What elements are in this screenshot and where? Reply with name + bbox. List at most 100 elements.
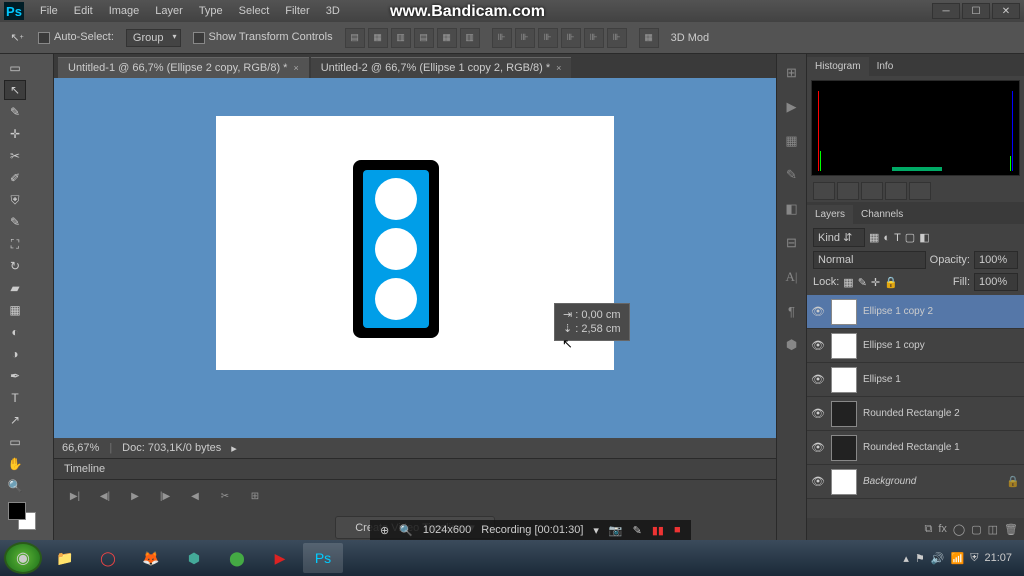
pen-icon[interactable]: ✎: [633, 524, 642, 537]
history-brush-tool[interactable]: ↻: [4, 256, 26, 276]
visibility-icon[interactable]: 👁: [811, 339, 825, 352]
align-button[interactable]: ▦: [437, 28, 457, 48]
filter-icon[interactable]: ▢: [905, 231, 915, 244]
last-frame-button[interactable]: ◀: [186, 488, 204, 504]
camera-icon[interactable]: 📷: [609, 524, 623, 537]
paragraph-panel-icon[interactable]: ¶: [781, 300, 803, 322]
auto-select-checkbox[interactable]: Auto-Select:: [38, 31, 114, 43]
close-icon[interactable]: ×: [293, 63, 298, 73]
layer-row[interactable]: 👁 Ellipse 1 copy 2: [807, 295, 1024, 329]
info-flyout-icon[interactable]: ▸: [231, 442, 237, 455]
layer-row[interactable]: 👁 Rounded Rectangle 2: [807, 397, 1024, 431]
adjustment-button[interactable]: [909, 182, 931, 200]
adjustment-button[interactable]: [813, 182, 835, 200]
blur-tool[interactable]: ◐: [4, 322, 26, 342]
opacity-input[interactable]: 100%: [974, 251, 1018, 269]
auto-align-button[interactable]: ▦: [639, 28, 659, 48]
maximize-button[interactable]: ☐: [962, 3, 990, 19]
taskbar-app[interactable]: 🦊: [131, 543, 171, 573]
lock-icon[interactable]: ▦: [843, 276, 853, 289]
transition-button[interactable]: ⊞: [246, 488, 264, 504]
panel-icon[interactable]: ✎: [781, 164, 803, 186]
close-button[interactable]: ✕: [992, 3, 1020, 19]
shape-tool[interactable]: ▭: [4, 432, 26, 452]
delete-layer-icon[interactable]: 🗑: [1004, 523, 1018, 536]
gradient-tool[interactable]: ▦: [4, 300, 26, 320]
layer-row[interactable]: 👁 Rounded Rectangle 1: [807, 431, 1024, 465]
minimize-button[interactable]: ─: [932, 3, 960, 19]
tray-icon[interactable]: 📶: [951, 552, 965, 565]
tray-icon[interactable]: 🔊: [931, 552, 945, 565]
play-3d-icon[interactable]: ▶: [781, 96, 803, 118]
layer-row[interactable]: 👁 Ellipse 1: [807, 363, 1024, 397]
menu-3d[interactable]: 3D: [318, 2, 348, 20]
stop-icon[interactable]: ■: [674, 524, 681, 536]
align-button[interactable]: ▥: [460, 28, 480, 48]
first-frame-button[interactable]: ▶|: [66, 488, 84, 504]
taskbar-app[interactable]: Ps: [303, 543, 343, 573]
visibility-icon[interactable]: 👁: [811, 407, 825, 420]
auto-select-dropdown[interactable]: Group: [126, 29, 181, 47]
layer-row[interactable]: 👁 Background 🔒: [807, 465, 1024, 499]
transform-controls-checkbox[interactable]: Show Transform Controls: [193, 31, 333, 43]
move-tool[interactable]: ↖: [4, 80, 26, 100]
adjustment-button[interactable]: [885, 182, 907, 200]
blend-mode-dropdown[interactable]: Normal: [813, 251, 926, 269]
align-button[interactable]: ▦: [368, 28, 388, 48]
crop-tool[interactable]: ✂: [4, 146, 26, 166]
layer-thumbnail[interactable]: [831, 469, 857, 495]
menu-file[interactable]: File: [32, 2, 66, 20]
clock[interactable]: 21:07: [984, 552, 1012, 564]
distribute-button[interactable]: ⊪: [515, 28, 535, 48]
filter-icon[interactable]: T: [894, 232, 901, 244]
taskbar-app[interactable]: ◯: [88, 543, 128, 573]
stamp-tool[interactable]: ⛶: [4, 234, 26, 254]
layer-fx-icon[interactable]: fx: [938, 523, 947, 535]
pen-tool[interactable]: ✒: [4, 366, 26, 386]
menu-layer[interactable]: Layer: [147, 2, 191, 20]
align-button[interactable]: ▤: [345, 28, 365, 48]
hand-tool[interactable]: ✋: [4, 454, 26, 474]
panel-icon[interactable]: ⊟: [781, 232, 803, 254]
lock-icon[interactable]: ✎: [858, 276, 867, 289]
menu-type[interactable]: Type: [191, 2, 231, 20]
filter-icon[interactable]: ▦: [869, 231, 879, 244]
menu-image[interactable]: Image: [101, 2, 148, 20]
pause-icon[interactable]: ▮▮: [652, 524, 664, 537]
canvas-area[interactable]: ⇥ : 0,00 cm ⇣ : 2,58 cm ↖: [54, 78, 776, 438]
layer-name[interactable]: Background: [863, 476, 1000, 487]
filter-icon[interactable]: ◧: [919, 231, 929, 244]
layer-name[interactable]: Ellipse 1 copy 2: [863, 306, 1020, 317]
distribute-button[interactable]: ⊪: [584, 28, 604, 48]
text-panel-icon[interactable]: A|: [781, 266, 803, 288]
new-layer-icon[interactable]: ◫: [988, 523, 998, 536]
next-frame-button[interactable]: |▶: [156, 488, 174, 504]
close-icon[interactable]: ×: [556, 63, 561, 73]
visibility-icon[interactable]: 👁: [811, 475, 825, 488]
layer-thumbnail[interactable]: [831, 435, 857, 461]
cut-button[interactable]: ✂: [216, 488, 234, 504]
visibility-icon[interactable]: 👁: [811, 441, 825, 454]
layer-thumbnail[interactable]: [831, 333, 857, 359]
distribute-button[interactable]: ⊪: [538, 28, 558, 48]
panel-icon[interactable]: ◧: [781, 198, 803, 220]
type-tool[interactable]: T: [4, 388, 26, 408]
lasso-tool[interactable]: ✎: [4, 102, 26, 122]
menu-edit[interactable]: Edit: [66, 2, 101, 20]
distribute-button[interactable]: ⊪: [492, 28, 512, 48]
taskbar-app[interactable]: ⬤: [217, 543, 257, 573]
path-tool[interactable]: ↗: [4, 410, 26, 430]
layer-name[interactable]: Ellipse 1 copy: [863, 340, 1020, 351]
visibility-icon[interactable]: 👁: [811, 305, 825, 318]
new-group-icon[interactable]: ▢: [971, 523, 981, 536]
distribute-button[interactable]: ⊪: [561, 28, 581, 48]
layer-mask-icon[interactable]: ◯: [953, 523, 965, 536]
align-button[interactable]: ▤: [414, 28, 434, 48]
distribute-button[interactable]: ⊪: [607, 28, 627, 48]
healing-tool[interactable]: ⛨: [4, 190, 26, 210]
histogram-tab[interactable]: Histogram: [807, 57, 869, 76]
layer-name[interactable]: Rounded Rectangle 1: [863, 442, 1020, 453]
adjustment-button[interactable]: [837, 182, 859, 200]
menu-select[interactable]: Select: [231, 2, 278, 20]
prev-frame-button[interactable]: ◀|: [96, 488, 114, 504]
